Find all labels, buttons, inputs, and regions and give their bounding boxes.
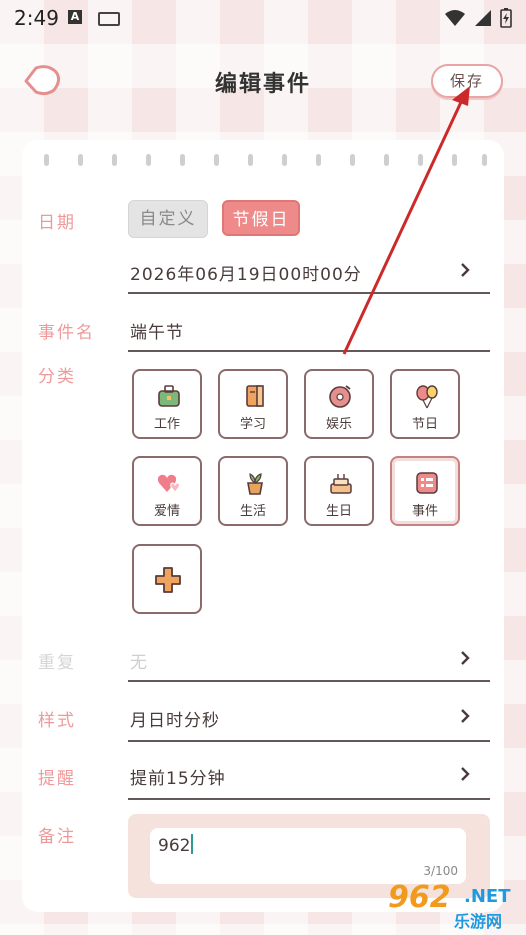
- category-birthday[interactable]: 生日: [304, 456, 374, 526]
- tab-custom[interactable]: 自定义: [128, 200, 208, 238]
- header: 编辑事件 保存: [0, 52, 526, 108]
- category-label-text: 工作: [153, 417, 180, 432]
- wifi-icon: [445, 10, 465, 26]
- keyboard-icon: [98, 12, 120, 26]
- category-festival[interactable]: 节日: [390, 369, 460, 439]
- event-name-underline: [128, 350, 490, 352]
- category-label: 分类: [38, 367, 76, 387]
- reminder-value[interactable]: 提前15分钟: [130, 764, 226, 789]
- record-icon: [329, 385, 351, 408]
- a-notification-icon: A: [68, 10, 82, 24]
- book-icon: [246, 385, 264, 407]
- category-label-text: 生日: [325, 504, 352, 519]
- notebook-holes: [22, 154, 504, 168]
- tab-holiday[interactable]: 节假日: [222, 200, 300, 236]
- cake-icon: [330, 474, 352, 494]
- list-card-icon: [416, 472, 438, 494]
- add-category-button[interactable]: [132, 544, 202, 614]
- reminder-underline: [128, 798, 490, 800]
- notes-label: 备注: [38, 827, 76, 847]
- balloons-icon: [416, 385, 438, 409]
- save-button[interactable]: 保存: [431, 64, 503, 98]
- style-label: 样式: [38, 711, 76, 731]
- category-label-text: 爱情: [153, 504, 180, 519]
- watermark-logo: 962 .NET 乐游网: [388, 880, 522, 932]
- chevron-right-icon[interactable]: [458, 764, 472, 784]
- signal-icon: [475, 10, 491, 26]
- status-bar: 2:49 A: [0, 0, 526, 36]
- chevron-right-icon[interactable]: [458, 260, 472, 280]
- date-value[interactable]: 2026年06月19日00时00分: [130, 260, 362, 285]
- edit-card: 日期 自定义 节假日 2026年06月19日00时00分 事件名 端午节 分类 …: [22, 140, 504, 912]
- chevron-right-icon[interactable]: [458, 706, 472, 726]
- plus-icon: [155, 567, 181, 593]
- category-label-text: 生活: [239, 504, 266, 519]
- text-caret: [191, 834, 194, 854]
- chevron-right-icon[interactable]: [458, 648, 472, 668]
- notes-char-count: 3/100: [423, 864, 458, 878]
- battery-icon: [500, 8, 512, 28]
- notes-text: 962: [158, 834, 194, 856]
- status-icons: [444, 8, 512, 28]
- watermark-net: .NET: [464, 886, 511, 907]
- category-life[interactable]: 生活: [218, 456, 288, 526]
- category-label-text: 学习: [239, 417, 266, 432]
- repeat-label: 重复: [38, 653, 76, 673]
- reminder-label: 提醒: [38, 769, 76, 789]
- style-value[interactable]: 月日时分秒: [130, 706, 220, 731]
- category-label-text: 娱乐: [325, 417, 352, 432]
- notes-input[interactable]: 962 3/100: [150, 828, 466, 884]
- plant-pot-icon: [247, 473, 263, 495]
- watermark-subtitle: 乐游网: [454, 912, 503, 931]
- hearts-icon: [157, 474, 180, 493]
- category-event[interactable]: 事件: [390, 456, 460, 526]
- style-underline: [128, 740, 490, 742]
- category-entertainment[interactable]: 娱乐: [304, 369, 374, 439]
- repeat-underline: [128, 680, 490, 682]
- watermark-number: 962: [388, 880, 451, 915]
- category-label-text: 节日: [411, 417, 438, 432]
- event-name-label: 事件名: [38, 323, 95, 343]
- date-underline: [128, 292, 490, 294]
- category-work[interactable]: 工作: [132, 369, 202, 439]
- category-love[interactable]: 爱情: [132, 456, 202, 526]
- category-label-text: 事件: [411, 504, 438, 519]
- briefcase-icon: [158, 385, 180, 407]
- date-label: 日期: [38, 213, 76, 233]
- status-time: 2:49: [14, 6, 59, 30]
- event-name-input[interactable]: 端午节: [130, 318, 184, 343]
- category-study[interactable]: 学习: [218, 369, 288, 439]
- repeat-value[interactable]: 无: [130, 648, 148, 673]
